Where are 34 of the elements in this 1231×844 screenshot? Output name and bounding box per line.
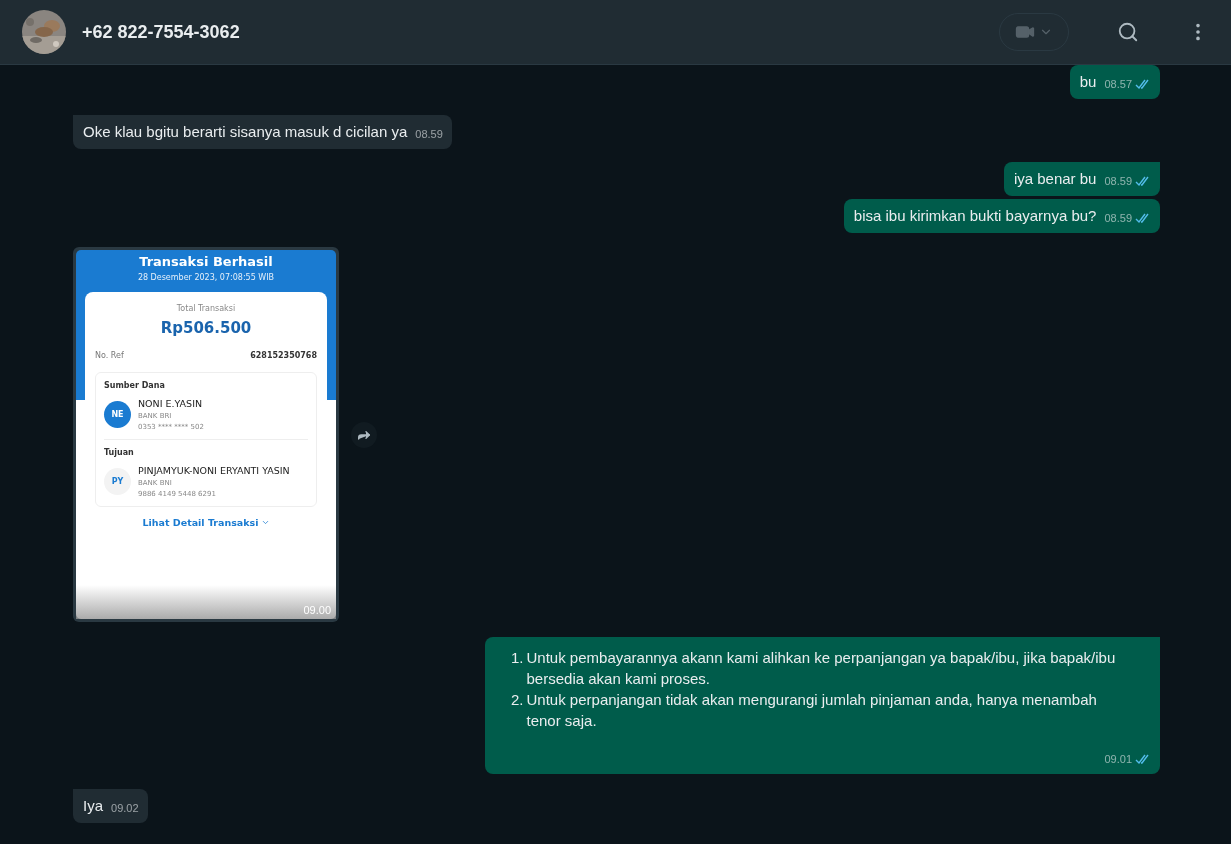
receipt-image[interactable] [73,247,339,622]
detail-link: Lihat Detail Transaksi [142,517,270,528]
message-time: 08.57 [1104,77,1132,92]
message-time: 09.01 [1104,752,1132,767]
message-time: 08.59 [1104,174,1132,189]
forward-icon[interactable] [351,421,377,448]
account-name: PINJAMYUK-NONI ERYANTI YASIN [138,465,290,476]
party-label: Sumber Dana [104,381,166,390]
search-icon[interactable] [1117,21,1139,43]
message-time: 09.00 [303,604,331,616]
contact-name: +62 822-7554-3062 [82,21,241,43]
list-item: Untuk pembayarannya akann kami alihkan ke perpanjangan ya bapak/ibu, jika bapak/ibu bersedia akan kami proses. [526,648,1117,689]
party-label: Tujuan [104,448,135,457]
account-name: NONI E.YASIN [138,398,204,409]
message-time: 08.59 [1104,211,1132,226]
receipt-title: Transaksi Berhasil [139,254,273,269]
initials-avatar: NE [104,401,131,428]
ref-label: No. Ref [95,351,124,360]
message-time: 09.02 [111,801,139,816]
message-text: Oke klau bgitu berarti sisanya masuk d cicilan ya [83,122,408,142]
total-label: Total Transaksi [176,304,236,313]
list-number: 2. [511,690,524,710]
total-amount: Rp506.500 [160,319,252,337]
initials-avatar: PY [104,468,131,495]
message-text: bu [1079,72,1097,92]
message-text: Iya [83,796,103,816]
list-item: Untuk perpanjangan tidak akan mengurangi jumlah pinjaman anda, hanya menambah tenor saja. [526,690,1098,731]
chevron-icon [260,518,270,527]
message-text: bisa ibu kirimkan bukti bayarnya bu? [853,206,1097,226]
receipt-date: 28 Desember 2023, 07:08:55 WIB [137,273,275,282]
ref-number: 628152350768 [250,351,317,360]
message-time: 08.59 [415,127,443,142]
list-number: 1. [511,648,524,668]
message-text: iya benar bu [1013,169,1097,189]
